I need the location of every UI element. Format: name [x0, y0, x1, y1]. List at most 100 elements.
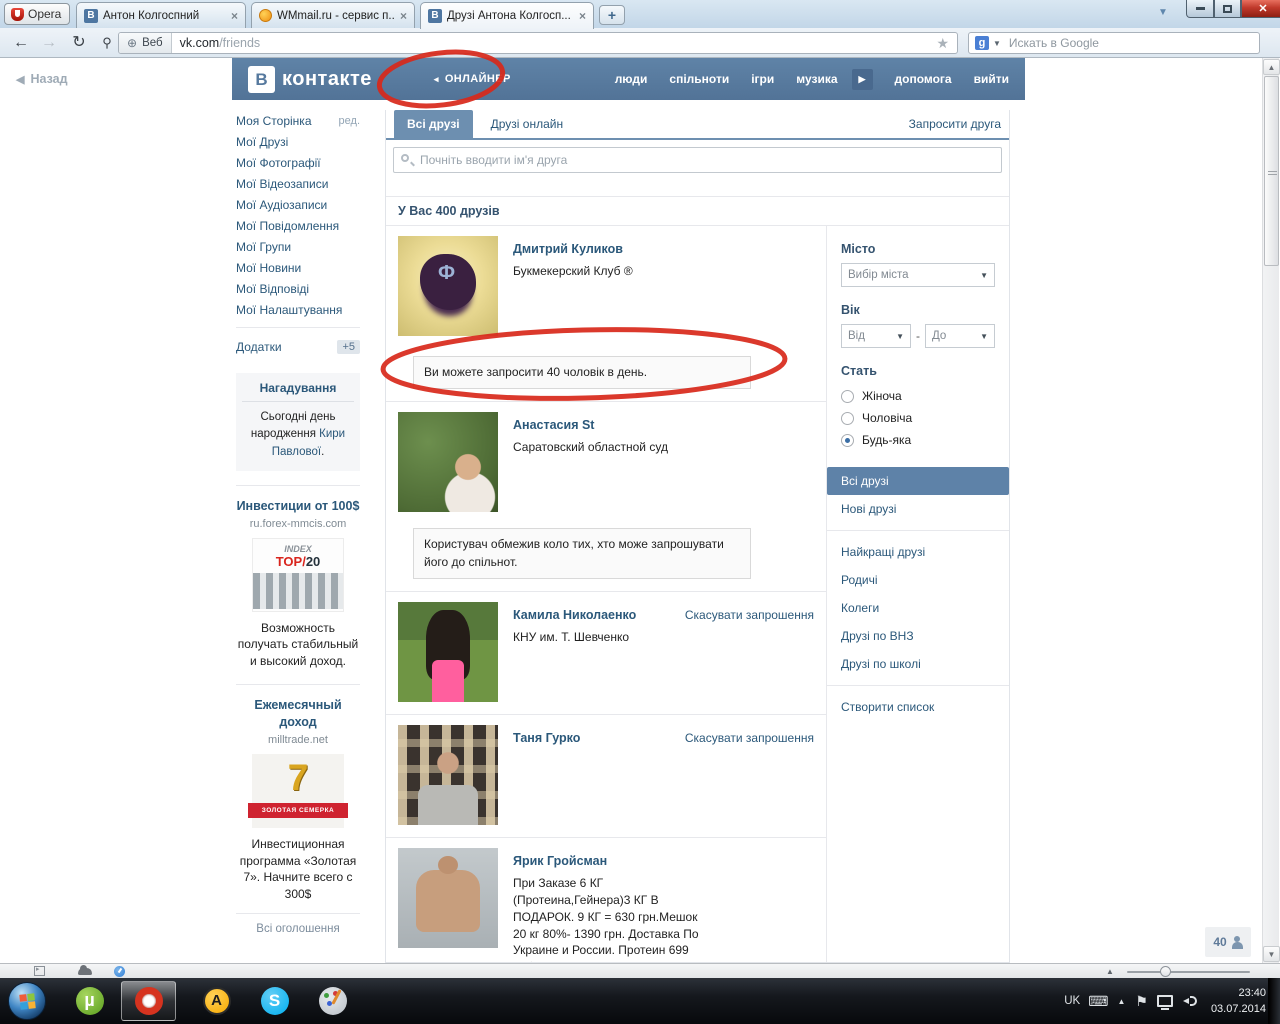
taskbar-opera-active[interactable]	[121, 981, 176, 1021]
zoom-slider-track[interactable]	[1127, 971, 1250, 973]
friend-name-link[interactable]: Ярик Гройсман	[513, 854, 814, 868]
maximize-button[interactable]	[1214, 0, 1241, 18]
tab-close-icon[interactable]: ×	[231, 9, 238, 23]
taskbar-utorrent[interactable]: µ	[62, 981, 117, 1021]
gender-option-any[interactable]: Будь-яка	[841, 429, 995, 451]
friend-name-link[interactable]: Таня Гурко	[513, 731, 685, 745]
nav-games[interactable]: ігри	[751, 72, 774, 86]
sidebar-item-groups[interactable]: Мої Групи	[236, 240, 291, 254]
sidebar-item-news[interactable]: Мої Новини	[236, 261, 301, 275]
scroll-down-icon[interactable]: ▼	[1263, 946, 1280, 962]
nav-communities[interactable]: спільноти	[669, 72, 729, 86]
profile-link[interactable]: ◂ ОНЛАЙНЕР	[434, 73, 511, 85]
action-center-flag-icon[interactable]: ⚑	[1135, 993, 1148, 1010]
all-ads-link[interactable]: Всі оголошення	[236, 912, 360, 935]
scrollbar-thumb[interactable]	[1264, 76, 1279, 266]
gender-option-female[interactable]: Жіноча	[841, 385, 995, 407]
search-engine-caret-icon[interactable]: ▼	[993, 39, 1001, 48]
back-button[interactable]: ←	[8, 31, 34, 55]
opera-unite-icon[interactable]	[78, 965, 92, 975]
language-indicator[interactable]: UK	[1064, 995, 1080, 1007]
opera-turbo-icon[interactable]	[114, 966, 125, 977]
zoom-slider-thumb[interactable]	[1160, 966, 1171, 977]
ad-image-index-top20[interactable]: INDEX TOP/20	[252, 537, 344, 612]
friend-name-link[interactable]: Камила Николаенко	[513, 608, 685, 622]
page-scrollbar[interactable]: ▲ ▼	[1262, 58, 1280, 963]
opera-menu-button[interactable]: Opera	[4, 3, 70, 25]
ad-image-golden-seven[interactable]: 7 ЗОЛОТАЯ СЕМЕРКА	[248, 753, 348, 828]
list-university-friends[interactable]: Друзі по ВНЗ	[841, 622, 995, 650]
vk-logo[interactable]: В контакте	[248, 65, 372, 93]
minimize-button[interactable]	[1186, 0, 1214, 18]
sidebar-item-settings[interactable]: Мої Налаштування	[236, 303, 342, 317]
tab-all-friends[interactable]: Всі друзі	[394, 110, 473, 138]
city-select[interactable]: Вибір міста ▼	[841, 263, 995, 287]
list-school-friends[interactable]: Друзі по школі	[841, 650, 995, 678]
web-button[interactable]: ⊕ Веб	[119, 33, 172, 53]
sidebar-item-videos[interactable]: Мої Відеозаписи	[236, 177, 328, 191]
cancel-invite-link[interactable]: Скасувати запрошення	[685, 731, 814, 825]
tab-2[interactable]: WMmail.ru - сервис п... ×	[251, 2, 415, 28]
tab-close-icon[interactable]: ×	[579, 9, 586, 23]
age-from-select[interactable]: Від ▼	[841, 324, 911, 348]
list-new-friends[interactable]: Нові друзі	[841, 495, 995, 523]
create-list-link[interactable]: Створити список	[841, 693, 995, 721]
nav-music[interactable]: музика	[796, 72, 837, 86]
friend-avatar[interactable]	[398, 602, 498, 703]
clock[interactable]: 23:40 03.07.2014	[1211, 985, 1266, 1018]
list-relatives[interactable]: Родичі	[841, 566, 995, 594]
start-button[interactable]	[8, 982, 46, 1020]
nav-logout[interactable]: вийти	[974, 72, 1009, 86]
invite-friend-link[interactable]: Запросити друга	[909, 117, 1001, 138]
search-field[interactable]: g ▼	[968, 32, 1260, 54]
taskbar-aimp[interactable]: A	[189, 981, 244, 1021]
new-tab-button[interactable]: +	[599, 5, 625, 25]
friend-search-input[interactable]	[393, 147, 1002, 173]
sidebar-item-replies[interactable]: Мої Відповіді	[236, 282, 309, 296]
sidebar-item-friends[interactable]: Мої Друзі	[236, 135, 288, 149]
nav-expand-button[interactable]: ▶	[851, 68, 873, 90]
radio-icon[interactable]	[841, 411, 854, 425]
url-field[interactable]: ⊕ Веб vk.com/friends ★	[118, 32, 958, 54]
key-icon[interactable]: ⚲	[94, 31, 120, 55]
ad-block-1[interactable]: Инвестиции от 100$ ru.forex-mmcis.com IN…	[236, 498, 360, 670]
volume-icon[interactable]	[1182, 994, 1199, 1008]
bookmark-star-icon[interactable]: ★	[936, 35, 949, 52]
tab-3-active[interactable]: В Друзі Антона Колгосп... ×	[420, 2, 594, 29]
list-best-friends[interactable]: Найкращі друзі	[841, 538, 995, 566]
friend-name-link[interactable]: Дмитрий Куликов	[513, 242, 814, 256]
tab-close-icon[interactable]: ×	[400, 9, 407, 23]
list-colleagues[interactable]: Колеги	[841, 594, 995, 622]
nav-help[interactable]: допомога	[895, 72, 952, 86]
page-back-link[interactable]: ◀ Назад	[16, 72, 68, 86]
window-dropdown-icon[interactable]: ▼	[1158, 7, 1168, 18]
close-button[interactable]: ✕	[1241, 0, 1280, 18]
fit-width-icon[interactable]: ▲	[1106, 967, 1114, 976]
tab-1[interactable]: В Антон Колгоспний ×	[76, 2, 246, 28]
friend-avatar[interactable]	[398, 848, 498, 949]
ad-title[interactable]: Ежемесячный доход	[236, 697, 360, 731]
friend-avatar[interactable]	[398, 725, 498, 826]
panels-icon[interactable]	[34, 965, 45, 976]
reload-button[interactable]: ↻	[66, 31, 92, 55]
sidebar-item-photos[interactable]: Мої Фотографії	[236, 156, 321, 170]
age-to-select[interactable]: До ▼	[925, 324, 995, 348]
invites-left-badge[interactable]: 40	[1205, 927, 1251, 957]
taskbar-paint[interactable]	[305, 981, 360, 1021]
network-icon[interactable]	[1156, 995, 1173, 1010]
ad-block-2[interactable]: Ежемесячный доход milltrade.net 7 ЗОЛОТА…	[236, 697, 360, 903]
friend-avatar[interactable]	[398, 412, 498, 513]
list-all-friends[interactable]: Всі друзі	[827, 467, 1009, 495]
radio-icon[interactable]	[841, 389, 854, 403]
cancel-invite-link[interactable]: Скасувати запрошення	[685, 608, 814, 702]
sidebar-item-audio[interactable]: Мої Аудіозаписи	[236, 198, 327, 212]
tab-friends-online[interactable]: Друзі онлайн	[491, 117, 563, 138]
forward-button[interactable]: →	[36, 31, 62, 55]
taskbar-skype[interactable]: S	[247, 981, 302, 1021]
keyboard-icon[interactable]: ⌨	[1088, 993, 1108, 1010]
scroll-up-icon[interactable]: ▲	[1263, 59, 1280, 75]
gender-option-male[interactable]: Чоловіча	[841, 407, 995, 429]
ad-title[interactable]: Инвестиции от 100$	[236, 498, 360, 515]
radio-selected-icon[interactable]	[841, 433, 854, 447]
google-search-input[interactable]	[1006, 35, 1253, 51]
